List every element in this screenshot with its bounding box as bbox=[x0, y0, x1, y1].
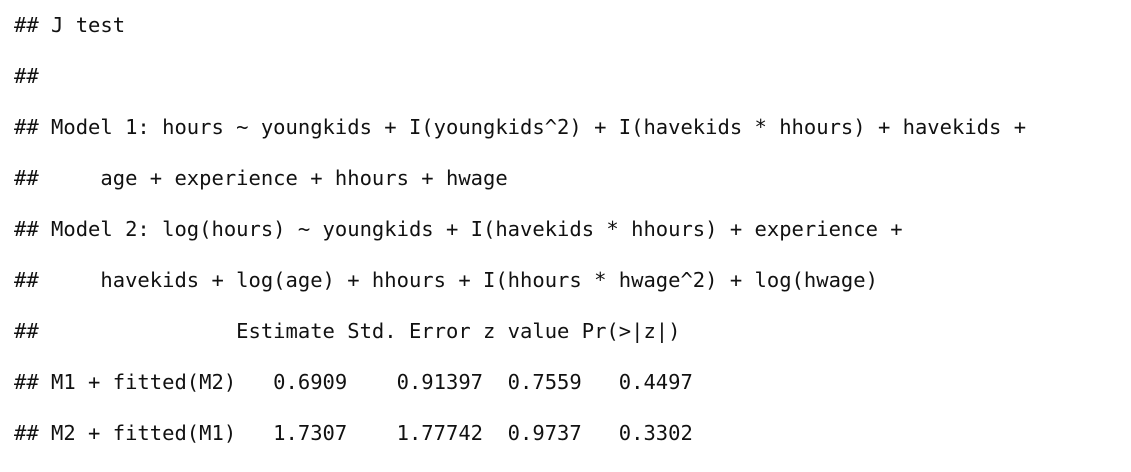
output-line-model1-cont: ## age + experience + hhours + hwage bbox=[14, 166, 508, 190]
output-line-model1: ## Model 1: hours ~ youngkids + I(youngk… bbox=[14, 115, 1027, 139]
table-row-m2: ## M2 + fitted(M1) 1.7307 1.77742 0.9737… bbox=[14, 421, 693, 445]
output-line-model2: ## Model 2: log(hours) ~ youngkids + I(h… bbox=[14, 217, 903, 241]
output-line-model2-cont: ## havekids + log(age) + hhours + I(hhou… bbox=[14, 268, 878, 292]
table-header-row: ## Estimate Std. Error z value Pr(>|z|) bbox=[14, 319, 681, 343]
table-row-m1: ## M1 + fitted(M2) 0.6909 0.91397 0.7559… bbox=[14, 370, 693, 394]
output-line-title: ## J test bbox=[14, 13, 126, 37]
output-line-blank: ## bbox=[14, 64, 39, 88]
